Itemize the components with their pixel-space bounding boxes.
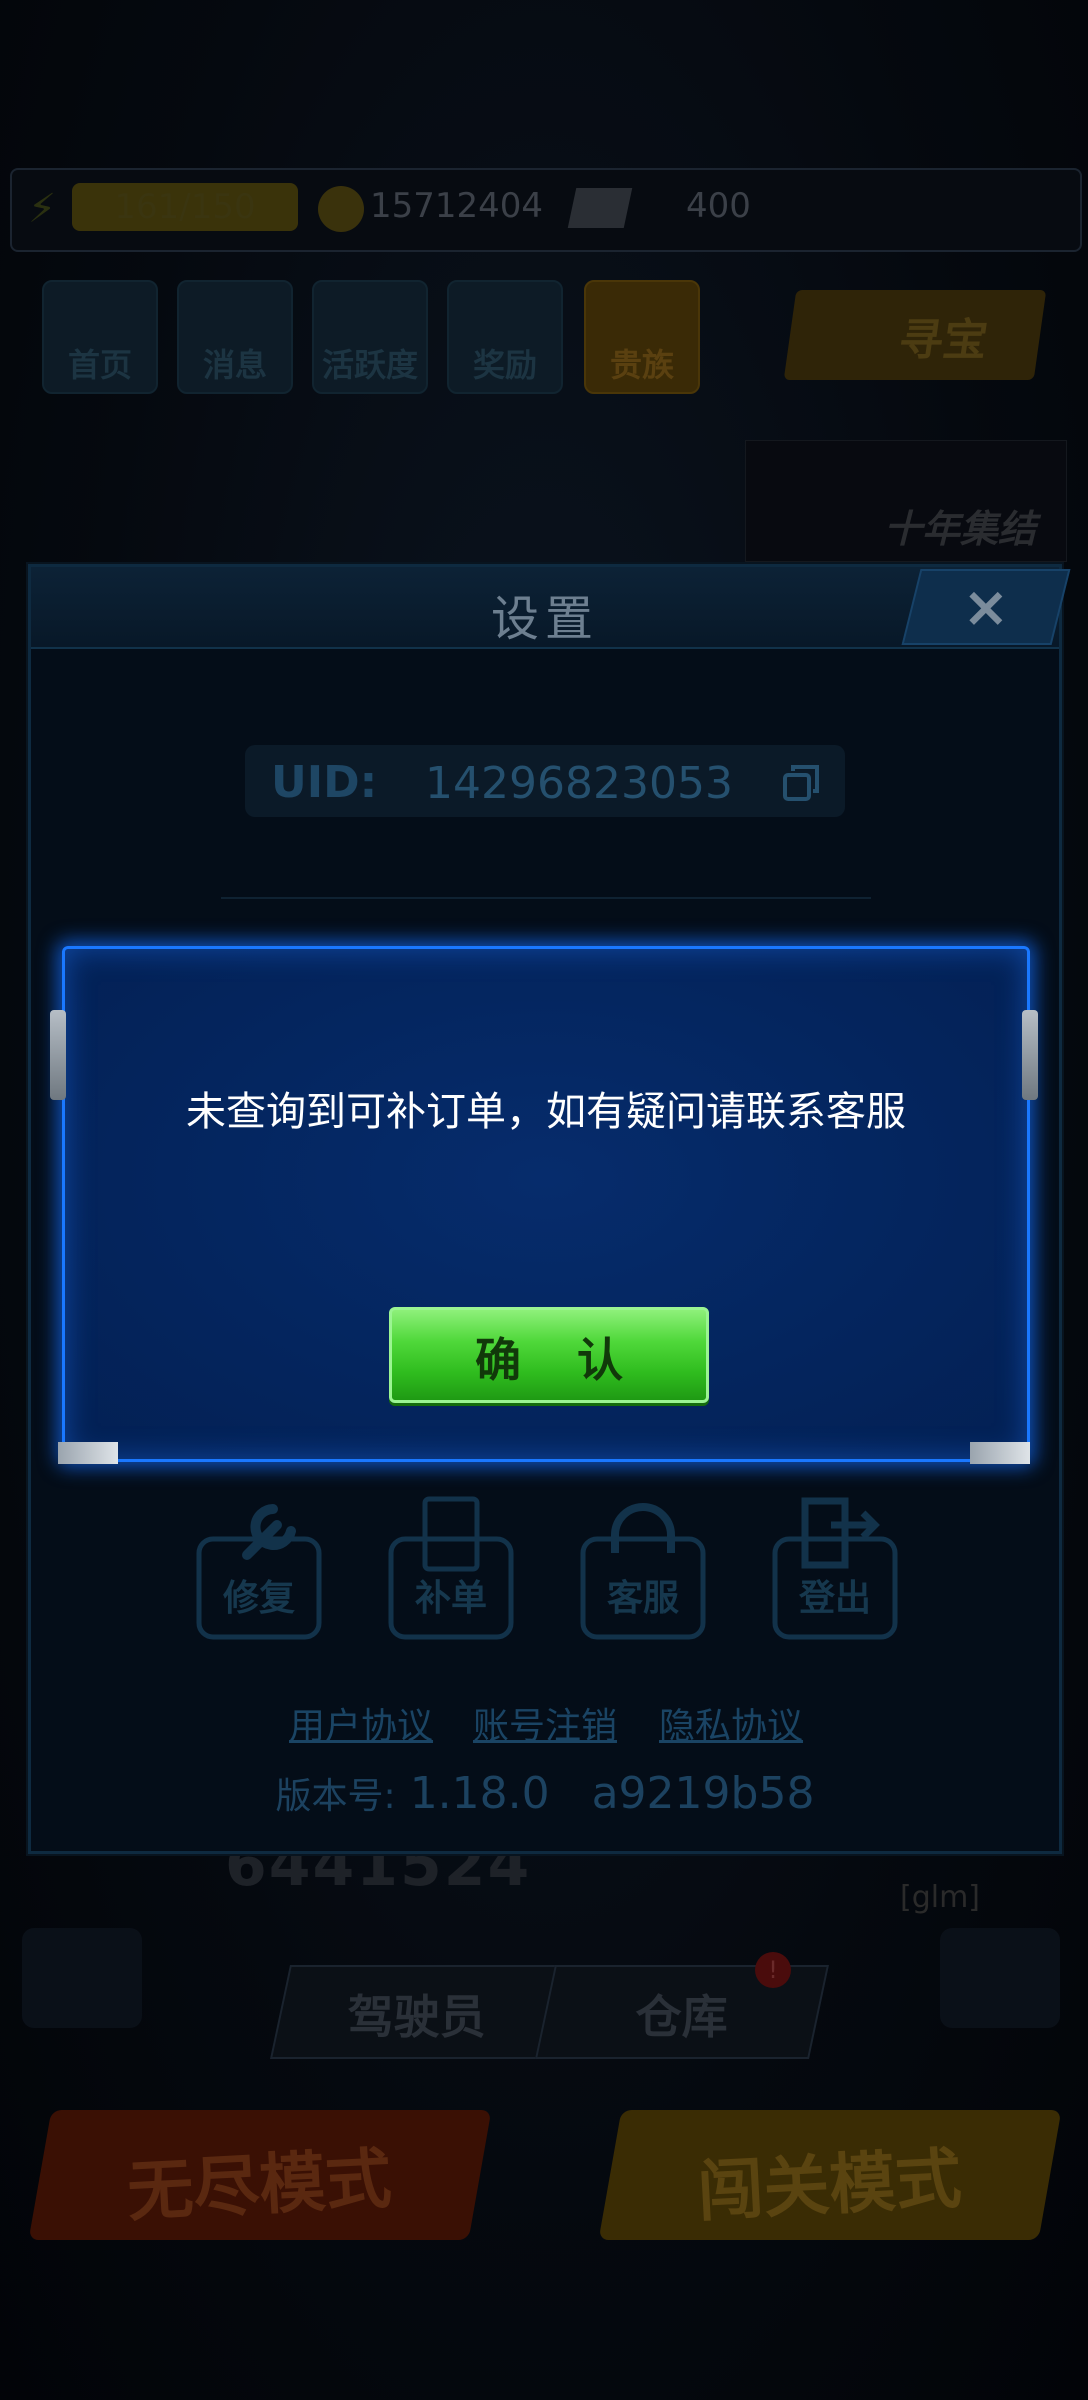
treasure-button[interactable]: 寻宝 [783,290,1047,380]
warehouse-tab-label: 仓库 [635,1990,728,2044]
customer-service-label: 客服 [606,1578,679,1619]
version-label: 版本号: [275,1776,396,1817]
dialog-corner-br [970,1442,1030,1464]
gear-icon[interactable] [940,1928,1060,2028]
nav-messages[interactable]: 消息 [177,280,293,394]
stage-mode-button[interactable]: 闯关模式 [598,2110,1062,2240]
uid-label: UID: [271,757,378,808]
treasure-label: 寻宝 [895,315,991,366]
energy-icon: ⚡ [28,186,57,232]
dialog-corner-bl [58,1442,118,1464]
event-banner[interactable]: 十年集结 [745,440,1067,562]
close-icon: × [962,575,1010,640]
nav-noble-label: 贵族 [609,346,674,384]
coins-value: 15712404 [370,186,544,226]
customer-service-button[interactable]: 客服 [579,1495,707,1641]
nav-home-label: 首页 [67,346,132,384]
nav-messages-label: 消息 [202,346,267,384]
confirm-button[interactable]: 确 认 [389,1307,709,1403]
endless-mode-label: 无尽模式 [125,2140,394,2231]
stage-mode-label: 闯关模式 [695,2140,964,2231]
tickets-value: 400 [686,186,751,226]
dialog-left-cap [50,1010,66,1100]
uid-box: UID: 14296823053 [245,745,845,817]
version-info: 版本号: 1.18.0 a9219b58 [31,1767,1059,1819]
energy-value: 161/150 [72,183,298,231]
dialog-right-cap [1022,1010,1038,1100]
driver-tab[interactable]: 驾驶员 [270,1965,564,2059]
account-deletion-link[interactable]: 账号注销 [473,1697,617,1749]
nav-activity[interactable]: 活跃度 [312,280,428,394]
profile-icon[interactable] [22,1928,142,2028]
divider [221,897,871,899]
privacy-policy-link[interactable]: 隐私协议 [659,1697,803,1749]
resupply-order-button[interactable]: 补单 [387,1495,515,1641]
ticket-icon [567,188,633,228]
alert-dialog: 未查询到可补订单，如有疑问请联系客服 确 认 [62,946,1030,1462]
close-button[interactable]: × [901,569,1071,645]
copy-icon[interactable] [781,763,821,803]
version-value: 1.18.0 a9219b58 [409,1768,815,1819]
endless-mode-button[interactable]: 无尽模式 [28,2110,492,2240]
event-banner-label: 十年集结 [883,507,1036,551]
dialog-message: 未查询到可补订单，如有疑问请联系客服 [186,1089,906,1135]
nav-home[interactable]: 首页 [42,280,158,394]
repair-button[interactable]: 修复 [195,1495,323,1641]
nav-activity-label: 活跃度 [321,346,418,384]
warehouse-badge: ! [755,1952,791,1988]
nav-noble[interactable]: 贵族 [584,280,700,394]
user-agreement-link[interactable]: 用户协议 [289,1697,433,1749]
nav-rewards[interactable]: 奖励 [447,280,563,394]
driver-tab-label: 驾驶员 [347,1990,486,2044]
resupply-order-label: 补单 [414,1578,487,1619]
user-tag: [glm] [900,1880,981,1915]
nav-rewards-label: 奖励 [472,346,537,384]
logout-label: 登出 [798,1578,871,1619]
uid-value: 14296823053 [425,758,733,809]
confirm-label: 确 认 [474,1333,643,1387]
logout-button[interactable]: 登出 [771,1495,899,1641]
coin-icon [318,186,364,232]
repair-label: 修复 [222,1578,295,1619]
